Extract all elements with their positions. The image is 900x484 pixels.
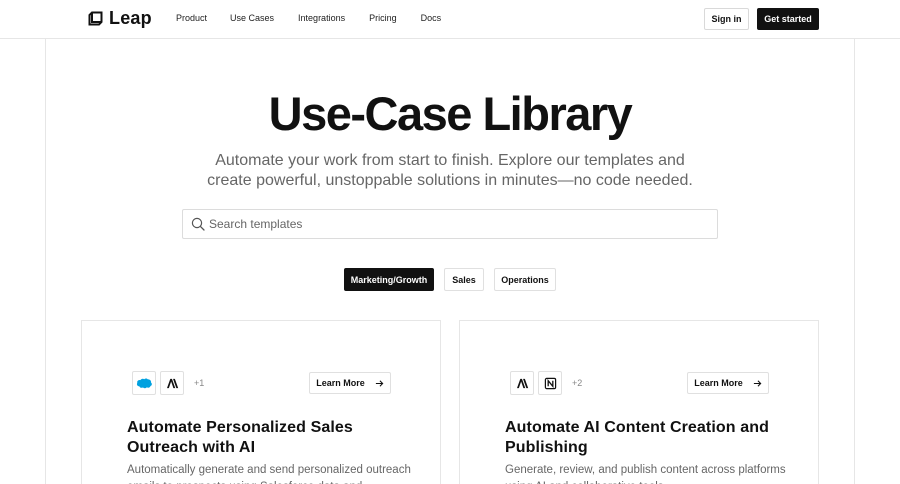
search-icon: [191, 217, 205, 231]
card-title: Automate Personalized Sales Outreach wit…: [127, 419, 353, 456]
notion-icon: [538, 371, 562, 395]
main-nav: Product Use Cases Integrations Pricing D…: [176, 13, 465, 23]
nav-use-cases[interactable]: Use Cases: [230, 13, 274, 23]
nav-integrations[interactable]: Integrations: [298, 13, 345, 23]
filter-marketing-growth[interactable]: Marketing/Growth: [344, 268, 434, 291]
page-subtitle: Automate your work from start to finish.…: [207, 152, 693, 189]
get-started-button[interactable]: Get started: [757, 8, 819, 30]
logo[interactable]: Leap: [88, 8, 152, 29]
category-filters: Marketing/Growth Sales Operations: [0, 268, 900, 291]
more-integrations-count: +1: [194, 378, 205, 388]
search-box[interactable]: [182, 209, 718, 239]
card-integrations: +2: [510, 371, 582, 395]
nav-pricing[interactable]: Pricing: [369, 13, 397, 23]
anthropic-icon: [510, 371, 534, 395]
salesforce-icon: [132, 371, 156, 395]
nav-product[interactable]: Product: [176, 13, 207, 23]
page-title: Use-Case Library: [268, 87, 633, 140]
use-case-card[interactable]: +1 Learn More Automate Personalized Sale…: [81, 320, 441, 484]
leap-logo-icon: [88, 11, 103, 26]
use-case-card[interactable]: +2 Learn More Automate AI Content Creati…: [459, 320, 819, 484]
anthropic-icon: [160, 371, 184, 395]
filter-operations[interactable]: Operations: [494, 268, 556, 291]
card-description: Automatically generate and send personal…: [127, 464, 411, 484]
learn-more-label: Learn More: [694, 378, 743, 388]
search-input[interactable]: [209, 217, 689, 231]
card-title: Automate AI Content Creation and Publish…: [505, 419, 769, 456]
arrow-right-icon: [375, 379, 384, 387]
nav-docs[interactable]: Docs: [421, 13, 442, 23]
learn-more-button[interactable]: Learn More: [309, 372, 391, 394]
learn-more-label: Learn More: [316, 378, 365, 388]
filter-sales[interactable]: Sales: [444, 268, 484, 291]
card-integrations: +1: [132, 371, 204, 395]
more-integrations-count: +2: [572, 378, 583, 388]
logo-text: Leap: [109, 8, 152, 28]
sign-in-button[interactable]: Sign in: [704, 8, 749, 30]
card-description: Generate, review, and publish content ac…: [505, 464, 786, 484]
top-navbar: Leap Product Use Cases Integrations Pric…: [0, 0, 900, 39]
arrow-right-icon: [753, 379, 762, 387]
learn-more-button[interactable]: Learn More: [687, 372, 769, 394]
